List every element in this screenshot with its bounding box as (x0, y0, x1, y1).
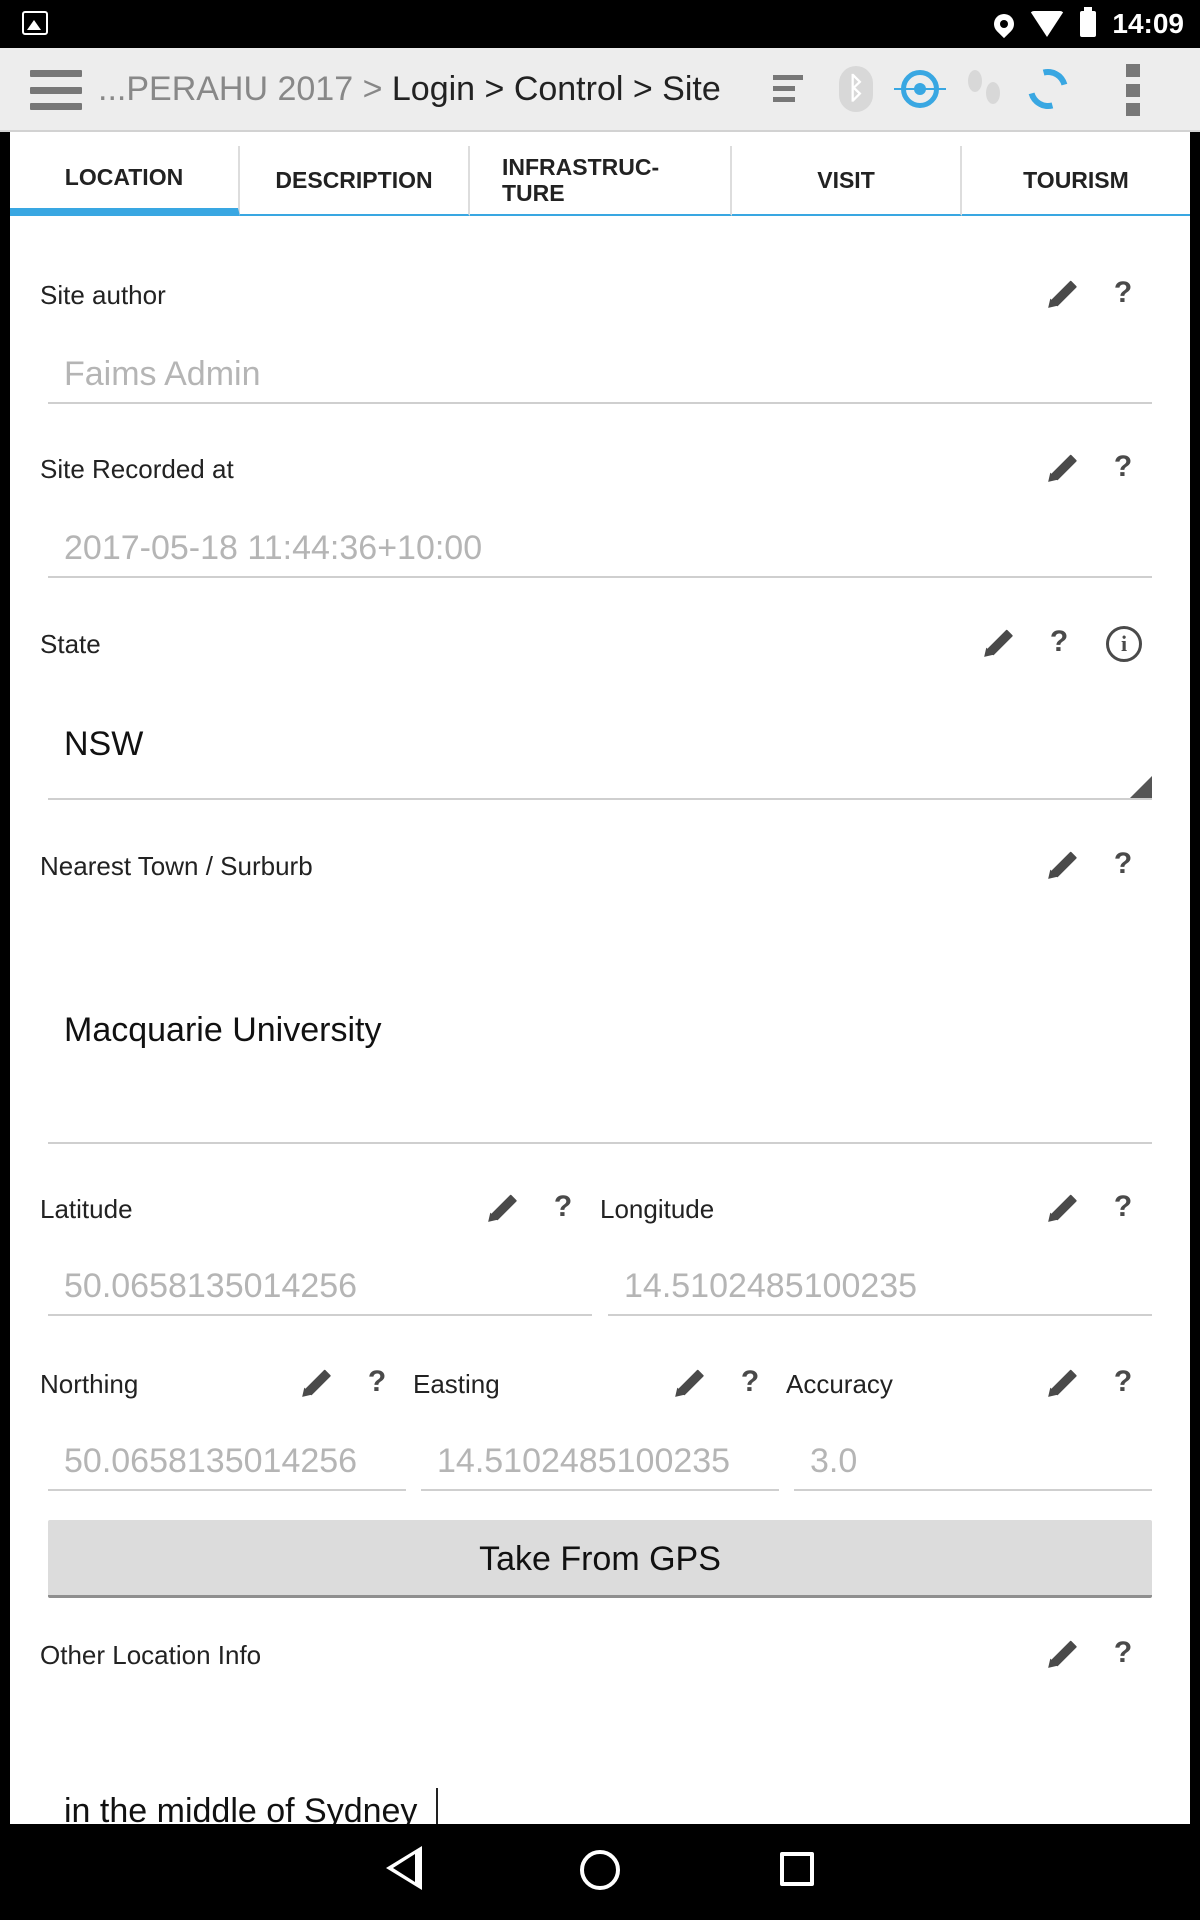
northing-value: 50.0658135014256 (64, 1442, 358, 1480)
accuracy-field[interactable]: 3.0 (794, 1409, 1152, 1491)
nearest-town-edit-icon[interactable] (1046, 847, 1080, 881)
wifi-icon (1030, 11, 1065, 37)
nearest-town-field[interactable]: Macquarie University (48, 892, 1152, 1144)
site-recorded-at-label: Site Recorded at (40, 454, 234, 484)
state-label: State (40, 629, 101, 659)
state-help-icon[interactable]: ? (1044, 625, 1074, 659)
other-location-info-input[interactable]: in the middle of Sydney (64, 1792, 417, 1824)
other-location-info-help-icon[interactable]: ? (1108, 1636, 1138, 1670)
easting-help-icon[interactable]: ? (735, 1365, 765, 1399)
battery-icon (1080, 7, 1097, 37)
tab-description[interactable]: DESCRIPTION (240, 146, 470, 216)
status-bar: 14:09 (0, 0, 1200, 48)
accuracy-value: 3.0 (810, 1442, 858, 1480)
latitude-label: Latitude (40, 1194, 133, 1224)
menu-icon[interactable] (30, 70, 82, 110)
state-value: NSW (64, 725, 144, 763)
longitude-label: Longitude (600, 1194, 715, 1224)
nearest-town-help-icon[interactable]: ? (1108, 847, 1138, 881)
northing-field[interactable]: 50.0658135014256 (48, 1409, 406, 1491)
take-from-gps-button[interactable]: Take From GPS (48, 1520, 1152, 1598)
overflow-menu-icon[interactable] (1126, 64, 1140, 116)
nearest-town-value: Macquarie University (64, 1011, 382, 1049)
site-author-field[interactable]: Faims Admin (48, 322, 1152, 404)
breadcrumb-path[interactable]: Login > Control > Site (392, 70, 721, 108)
accuracy-label: Accuracy (786, 1369, 893, 1399)
site-recorded-at-field[interactable]: 2017-05-18 11:44:36+10:00 (48, 496, 1152, 578)
latitude-field[interactable]: 50.0658135014256 (48, 1234, 592, 1316)
northing-label: Northing (40, 1369, 139, 1399)
site-author-label: Site author (40, 280, 166, 310)
home-icon[interactable] (580, 1850, 620, 1890)
gallery-notification-icon (22, 11, 48, 35)
site-recorded-at-edit-icon[interactable] (1046, 450, 1080, 484)
tab-infrastructure[interactable]: INFRASTRUC- TURE (470, 146, 732, 216)
sync-list-icon[interactable] (760, 48, 824, 130)
breadcrumb-prefix[interactable]: ...PERAHU 2017 > (98, 70, 392, 108)
breadcrumb[interactable]: ...PERAHU 2017 > Login > Control > Site (98, 48, 721, 130)
accuracy-edit-icon[interactable] (1046, 1365, 1080, 1399)
site-recorded-at-value: 2017-05-18 11:44:36+10:00 (64, 529, 483, 567)
state-edit-icon[interactable] (982, 625, 1016, 659)
refresh-icon[interactable] (1016, 48, 1080, 130)
system-nav-bar (0, 1824, 1200, 1920)
northing-help-icon[interactable]: ? (362, 1365, 392, 1399)
latitude-edit-icon[interactable] (486, 1190, 520, 1224)
recent-apps-icon[interactable] (780, 1852, 814, 1886)
site-recorded-at-help-icon[interactable]: ? (1108, 450, 1138, 484)
site-author-edit-icon[interactable] (1046, 276, 1080, 310)
longitude-value: 14.5102485100235 (624, 1267, 918, 1305)
app-toolbar: ...PERAHU 2017 > Login > Control > Site … (0, 48, 1200, 132)
easting-value: 14.5102485100235 (437, 1442, 731, 1480)
bluetooth-icon[interactable]: ᛒ (824, 48, 888, 130)
form-content: LOCATION DESCRIPTION INFRASTRUC- TURE VI… (10, 132, 1190, 1824)
status-time: 14:09 (1112, 8, 1184, 39)
longitude-help-icon[interactable]: ? (1108, 1190, 1138, 1224)
other-location-info-edit-icon[interactable] (1046, 1636, 1080, 1670)
tab-bar: LOCATION DESCRIPTION INFRASTRUC- TURE VI… (10, 146, 1190, 216)
accuracy-help-icon[interactable]: ? (1108, 1365, 1138, 1399)
latitude-value: 50.0658135014256 (64, 1267, 358, 1305)
tab-tourism[interactable]: TOURISM (962, 146, 1190, 216)
tab-location[interactable]: LOCATION (10, 146, 240, 216)
state-info-icon[interactable]: i (1106, 626, 1142, 662)
back-icon[interactable] (386, 1846, 422, 1890)
easting-edit-icon[interactable] (673, 1365, 707, 1399)
text-cursor (436, 1788, 438, 1824)
state-select[interactable]: NSW (48, 672, 1152, 800)
longitude-edit-icon[interactable] (1046, 1190, 1080, 1224)
gps-icon[interactable] (888, 48, 952, 130)
nearest-town-label: Nearest Town / Surburb (40, 851, 313, 881)
site-author-help-icon[interactable]: ? (1108, 276, 1138, 310)
easting-field[interactable]: 14.5102485100235 (421, 1409, 779, 1491)
location-status-icon (990, 9, 1019, 39)
easting-label: Easting (413, 1369, 500, 1399)
tracking-footsteps-icon[interactable] (952, 48, 1016, 130)
other-location-info-label: Other Location Info (40, 1640, 262, 1670)
northing-edit-icon[interactable] (300, 1365, 334, 1399)
tab-visit[interactable]: VISIT (732, 146, 962, 216)
site-author-value: Faims Admin (64, 355, 261, 393)
longitude-field[interactable]: 14.5102485100235 (608, 1234, 1152, 1316)
dropdown-arrow-icon (1130, 776, 1152, 798)
tab-infrastructure-label: INFRASTRUC- TURE (502, 154, 660, 206)
latitude-help-icon[interactable]: ? (548, 1190, 578, 1224)
